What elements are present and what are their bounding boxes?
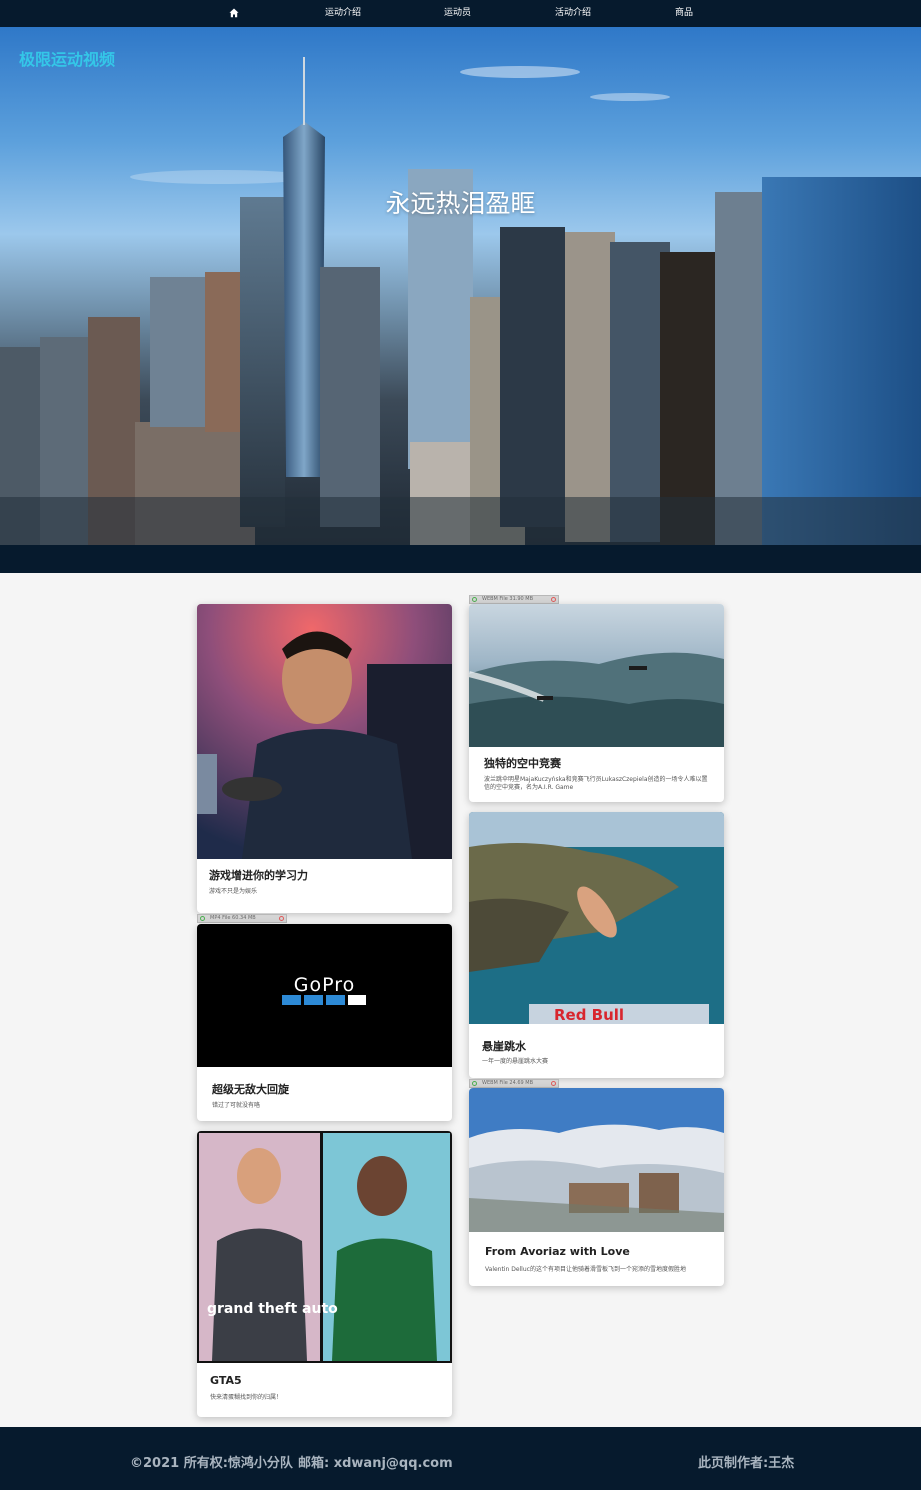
- gopro-video[interactable]: GoPro: [197, 924, 452, 1067]
- card-gopro[interactable]: GoPro 超级无敌大回旋 错过了可就没有咯: [197, 924, 452, 1121]
- card-desc: 错过了可就没有咯: [212, 1102, 261, 1109]
- nav-item-athletes[interactable]: 运动员: [444, 8, 471, 19]
- card-desc: 一年一度的悬崖跳水大赛: [482, 1058, 549, 1065]
- hero-title: 永远热泪盈眶: [385, 189, 536, 218]
- file-info-bar: WEBM File 24.69 MB: [469, 1079, 559, 1088]
- play-icon[interactable]: [472, 1081, 477, 1086]
- card-desc: 快来清蛋糊找到你的归属！: [210, 1394, 283, 1401]
- file-info-bar: MP4 File 60.34 MB: [197, 914, 287, 923]
- gamer-photo: [197, 604, 452, 859]
- air-race-video[interactable]: [469, 604, 724, 747]
- card-title: 游戏增进你的学习力: [209, 869, 308, 882]
- play-icon[interactable]: [200, 916, 205, 921]
- file-info-label: MP4 File 60.34 MB: [210, 915, 256, 921]
- gopro-logo-bars: [282, 995, 366, 1005]
- gta5-cover-art: grand theft auto: [197, 1131, 452, 1363]
- card-desc: Valentin Delluc的这个有项目让他骑着滑雪板飞到一个宛添的雪地度假胜…: [485, 1266, 686, 1273]
- footer-copyright: ©2021 所有权:惊鸿小分队: [130, 1456, 293, 1471]
- card-title: GTA5: [210, 1374, 242, 1387]
- card-avoriaz[interactable]: From Avoriaz with Love Valentin Delluc的这…: [469, 1088, 724, 1286]
- top-nav: 运动介绍 运动员 活动介绍 商品: [0, 0, 921, 27]
- avoriaz-video[interactable]: [469, 1088, 724, 1232]
- nav-item-sports-intro[interactable]: 运动介绍: [325, 8, 361, 19]
- file-info-label: WEBM File 31.90 MB: [482, 596, 534, 602]
- redbull-banner-text: Red Bull: [554, 1006, 624, 1024]
- card-gta5[interactable]: grand theft auto GTA5 快来清蛋糊找到你的归属！: [197, 1131, 452, 1417]
- hero-bottom-strip: [0, 545, 921, 573]
- card-title: 悬崖跳水: [482, 1040, 526, 1053]
- site-brand[interactable]: 极限运动视频: [19, 46, 115, 70]
- close-icon[interactable]: [551, 1081, 556, 1086]
- footer-email[interactable]: 邮箱: xdwanj@qq.com: [298, 1452, 453, 1471]
- nav-item-products[interactable]: 商品: [675, 8, 693, 19]
- card-title: 超级无敌大回旋: [212, 1083, 289, 1096]
- footer-author: 此页制作者:王杰: [698, 1456, 795, 1471]
- hero-banner: [0, 27, 921, 545]
- file-info-bar: WEBM File 31.90 MB: [469, 595, 559, 604]
- card-title: 独特的空中竞赛: [484, 757, 561, 770]
- card-desc: 游戏不只是为娱乐: [209, 888, 258, 895]
- footer: ©2021 所有权:惊鸿小分队 邮箱: xdwanj@qq.com 此页制作者:…: [0, 1427, 921, 1490]
- card-desc: 波兰跳伞明星MajaKuczyńska和竞赛飞行员LukaszCzepiela创…: [484, 776, 708, 791]
- gta-logo-text: grand theft auto: [207, 1301, 338, 1317]
- home-icon[interactable]: [229, 8, 239, 18]
- card-cliff-diving[interactable]: Red Bull 悬崖跳水 一年一度的悬崖跳水大赛: [469, 812, 724, 1078]
- card-title: From Avoriaz with Love: [485, 1245, 630, 1258]
- close-icon[interactable]: [551, 597, 556, 602]
- file-info-label: WEBM File 24.69 MB: [482, 1080, 534, 1086]
- nav-item-events[interactable]: 活动介绍: [555, 8, 591, 19]
- card-air-race[interactable]: 独特的空中竞赛 波兰跳伞明星MajaKuczyńska和竞赛飞行员LukaszC…: [469, 604, 724, 802]
- play-icon[interactable]: [472, 597, 477, 602]
- city-skyline-image: [0, 57, 921, 545]
- close-icon[interactable]: [279, 916, 284, 921]
- card-gaming[interactable]: 游戏增进你的学习力 游戏不只是为娱乐: [197, 604, 452, 913]
- cliff-diving-photo: Red Bull: [469, 812, 724, 1024]
- gopro-logo-text: GoPro: [293, 974, 356, 996]
